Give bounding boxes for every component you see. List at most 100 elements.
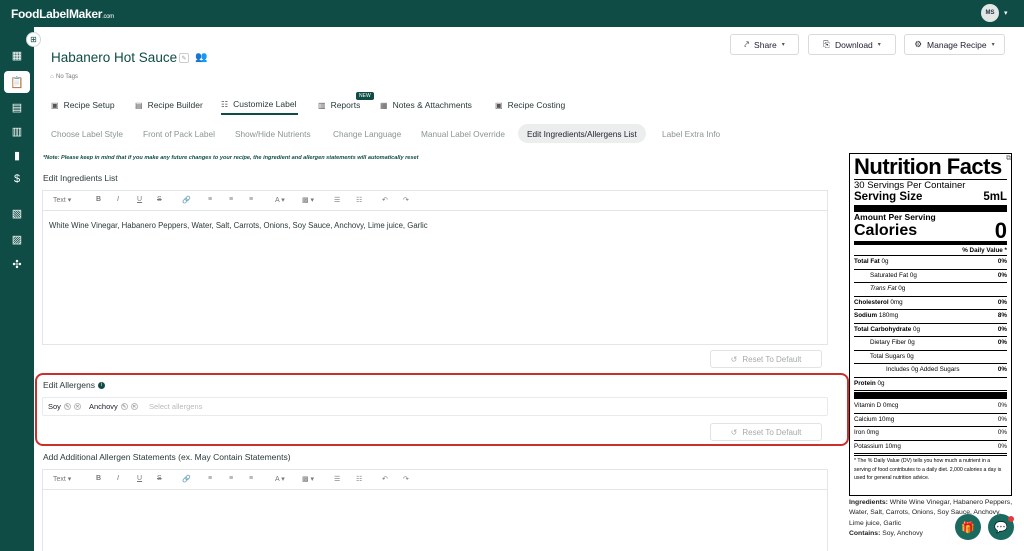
subtab-change-language[interactable]: Change Language <box>324 124 410 143</box>
allergens-select[interactable]: Soy ✎ ✕ Anchovy ✎ ✕ Select allergens <box>42 397 828 416</box>
bulleted-list-icon[interactable]: ☰ <box>334 475 340 483</box>
tab-recipe-builder[interactable]: ▤ Recipe Builder <box>135 95 203 115</box>
nutrient-row: Trans Fat 0g <box>854 283 1007 297</box>
close-icon[interactable]: ✕ <box>73 403 81 410</box>
align-right-icon[interactable]: ≡ <box>249 196 253 203</box>
redo-icon[interactable]: ↷ <box>403 475 409 483</box>
background-color-icon[interactable]: ▩ ▾ <box>302 196 314 204</box>
reset-allergens-button[interactable]: ↺ Reset To Default <box>710 423 822 441</box>
text-color-icon[interactable]: A ▾ <box>275 196 285 204</box>
recipes-icon[interactable]: 📋 <box>4 71 30 93</box>
align-right-icon[interactable]: ≡ <box>249 475 253 482</box>
ingredients-section-label: Edit Ingredients List <box>43 173 118 183</box>
underline-icon[interactable]: U <box>137 475 142 482</box>
top-bar: FoodLabelMaker.com MS ▾ <box>0 0 1024 27</box>
edit-icon[interactable]: ✎ <box>120 403 128 410</box>
file-icon[interactable]: ▨ <box>9 231 25 247</box>
reset-note: *Note: Please keep in mind that if you m… <box>43 155 419 161</box>
tab-recipe-costing[interactable]: ▣ Recipe Costing <box>495 95 565 115</box>
text-style-dropdown[interactable]: Text ▾ <box>53 475 71 483</box>
manage-recipe-button[interactable]: ⚙ Manage Recipe ▾ <box>904 34 1005 55</box>
servings-per-container: 30 Servings Per Container <box>854 179 1007 191</box>
nutrient-row: Sodium 180mg 8% <box>854 310 1007 324</box>
footnote: * The % Daily Value (DV) tells you how m… <box>854 455 1007 483</box>
avatar[interactable]: MS <box>981 4 999 22</box>
sidebar-toggle-button[interactable]: ⊞ <box>26 32 41 47</box>
clipboard-icon[interactable]: ▤ <box>9 99 25 115</box>
background-color-icon[interactable]: ▩ ▾ <box>302 475 314 483</box>
ingredients-text[interactable]: White Wine Vinegar, Habanero Peppers, Wa… <box>43 211 827 240</box>
bulleted-list-icon[interactable]: ☰ <box>334 196 340 204</box>
text-style-dropdown[interactable]: Text ▾ <box>53 196 71 204</box>
tab-customize-label[interactable]: ☷ Customize Label <box>221 95 299 115</box>
nutrition-title: Nutrition Facts <box>854 154 1002 179</box>
divider <box>854 241 1007 245</box>
tab-reports[interactable]: ▥ Reports <box>318 95 360 115</box>
notes-icon: ▦ <box>380 100 388 110</box>
document-icon[interactable]: ▥ <box>9 123 25 139</box>
edit-icon[interactable]: ✎ <box>63 403 71 410</box>
underline-icon[interactable]: U <box>137 196 142 203</box>
subtab-choose-label-style[interactable]: Choose Label Style <box>42 124 132 143</box>
allergen-chip-soy[interactable]: Soy ✎ ✕ <box>48 400 81 413</box>
reset-ingredients-button[interactable]: ↺ Reset To Default <box>710 350 822 368</box>
edit-icon[interactable]: ✎ <box>179 53 189 63</box>
numbered-list-icon[interactable]: ☷ <box>356 196 362 204</box>
bold-icon[interactable]: B <box>96 475 101 482</box>
subtab-show-hide-nutrients[interactable]: Show/Hide Nutrients <box>226 124 320 143</box>
allergen-chip-anchovy[interactable]: Anchovy ✎ ✕ <box>89 400 138 413</box>
italic-icon[interactable]: I <box>117 475 119 482</box>
columns-icon[interactable]: ▮ <box>9 147 25 163</box>
download-button[interactable]: ⎘ Download ▾ <box>808 34 896 55</box>
nutrient-row: Protein 0g <box>854 378 1007 391</box>
dashboard-icon[interactable]: ▦ <box>9 47 25 63</box>
report-icon[interactable]: ▧ <box>9 205 25 221</box>
link-icon[interactable]: 🔗 <box>182 475 191 483</box>
strikethrough-icon[interactable]: S <box>157 475 162 482</box>
text-color-icon[interactable]: A ▾ <box>275 475 285 483</box>
ingredients-toolbar: Text ▾ B I U S 🔗 ≡ ≡ ≡ A ▾ ▩ ▾ ☰ ☷ ↶ ↷ <box>43 191 827 211</box>
subtab-manual-label-override[interactable]: Manual Label Override <box>412 124 514 143</box>
info-icon[interactable]: i <box>97 382 105 390</box>
chevron-down-icon[interactable]: ▾ <box>1004 9 1008 17</box>
redo-icon[interactable]: ↷ <box>403 196 409 204</box>
divider <box>854 392 1007 399</box>
align-left-icon[interactable]: ≡ <box>208 475 212 482</box>
additional-statements-editor[interactable]: Text ▾ B I U S 🔗 ≡ ≡ ≡ A ▾ ▩ ▾ ☰ ☷ ↶ ↷ <box>42 469 828 551</box>
puzzle-icon[interactable]: ✣ <box>9 256 25 272</box>
align-center-icon[interactable]: ≡ <box>229 475 233 482</box>
italic-icon[interactable]: I <box>117 196 119 203</box>
amount-per-serving: Amount Per Serving <box>854 212 936 222</box>
tab-recipe-setup[interactable]: ▣ Recipe Setup <box>51 95 115 115</box>
vitamin-row: Vitamin D 0mcg 0% <box>854 400 1007 414</box>
subtab-edit-ingredients-allergens[interactable]: Edit Ingredients/Allergens List <box>518 124 646 143</box>
subtab-label-extra-info[interactable]: Label Extra Info <box>653 124 729 143</box>
tab-notes-attachments[interactable]: ▦ Notes & Attachments <box>380 95 472 115</box>
dollar-icon[interactable]: $ <box>9 171 25 187</box>
nutrient-row: Total Fat 0g 0% <box>854 256 1007 270</box>
undo-icon[interactable]: ↶ <box>382 475 388 483</box>
additional-statements-label: Add Additional Allergen Statements (ex. … <box>43 452 291 462</box>
allergens-placeholder[interactable]: Select allergens <box>149 402 202 411</box>
numbered-list-icon[interactable]: ☷ <box>356 475 362 483</box>
ingredients-editor[interactable]: Text ▾ B I U S 🔗 ≡ ≡ ≡ A ▾ ▩ ▾ ☰ ☷ ↶ ↷ W… <box>42 190 828 345</box>
logo[interactable]: FoodLabelMaker.com <box>11 7 114 21</box>
people-icon[interactable]: 👥 <box>195 52 207 63</box>
strikethrough-icon[interactable]: S <box>157 196 162 203</box>
tag-icon: ⌂ <box>50 74 54 80</box>
daily-value-header: % Daily Value * <box>854 246 1007 256</box>
close-icon[interactable]: ✕ <box>130 403 138 410</box>
share-button[interactable]: ⤤ Share ▾ <box>730 34 799 55</box>
link-icon[interactable]: 🔗 <box>182 196 191 204</box>
gift-icon[interactable]: 🎁 <box>955 514 981 540</box>
chevron-down-icon: ▾ <box>991 42 995 48</box>
serving-size-row: Serving Size 5mL <box>854 191 1007 203</box>
align-left-icon[interactable]: ≡ <box>208 196 212 203</box>
bold-icon[interactable]: B <box>96 196 101 203</box>
calories-row: Calories 0 <box>854 218 1007 243</box>
sidebar: ▦ 📋 ▤ ▥ ▮ $ ▧ ▨ ✣ <box>0 27 34 551</box>
tags-label[interactable]: No Tags <box>56 74 78 80</box>
align-center-icon[interactable]: ≡ <box>229 196 233 203</box>
subtab-front-of-pack[interactable]: Front of Pack Label <box>134 124 224 143</box>
undo-icon[interactable]: ↶ <box>382 196 388 204</box>
